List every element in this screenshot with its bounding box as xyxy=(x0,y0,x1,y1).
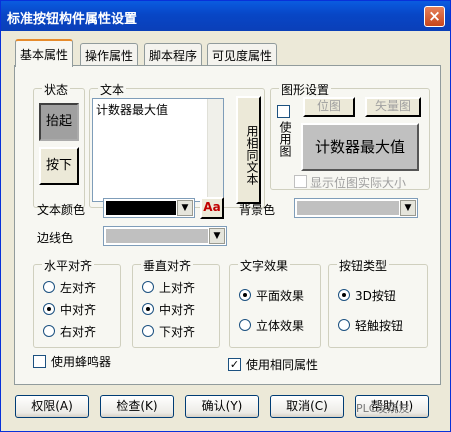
v-align-top-label: 上对齐 xyxy=(159,281,196,295)
text-group: 文本 计数器最大值 用相同文本 xyxy=(89,81,265,208)
actual-size-label: 显示位图实际大小 xyxy=(310,176,407,190)
title-bar: 标准按钮构件属性设置 × xyxy=(1,1,450,31)
v-align-group: 垂直对齐 上对齐 中对齐 下对齐 xyxy=(132,257,220,348)
chevron-down-icon[interactable]: ▼ xyxy=(177,200,193,216)
3d-button-radio[interactable] xyxy=(338,289,350,301)
dialog-window: 标准按钮构件属性设置 × 基本属性 操作属性 脚本程序 可见度属性 状态 抬起 … xyxy=(0,0,451,432)
graphic-preview: 计数器最大值 xyxy=(301,123,419,171)
text-scrollbar[interactable] xyxy=(207,99,223,201)
use-same-text-button[interactable]: 用相同文本 xyxy=(236,96,261,204)
tab-visibility-properties[interactable]: 可见度属性 xyxy=(207,43,278,65)
chevron-down-icon[interactable]: ▼ xyxy=(400,200,416,216)
state-group: 状态 抬起 按下 xyxy=(33,81,85,208)
actual-size-checkbox[interactable] xyxy=(294,175,307,188)
use-graphic-checkbox[interactable] xyxy=(277,105,290,118)
touch-button-label: 轻触按钮 xyxy=(355,319,404,333)
text-group-title: 文本 xyxy=(98,81,127,98)
touch-button-radio[interactable] xyxy=(338,319,350,331)
flat-effect-radio[interactable] xyxy=(239,289,251,301)
button-text-value: 计数器最大值 xyxy=(96,103,169,117)
h-align-center-label: 中对齐 xyxy=(60,303,97,317)
raised-state-button[interactable]: 抬起 xyxy=(39,103,79,141)
h-align-group: 水平对齐 左对齐 中对齐 右对齐 xyxy=(33,257,121,348)
border-color-swatch xyxy=(106,229,208,243)
buzzer-label: 使用蜂鸣器 xyxy=(51,355,112,369)
h-align-title: 水平对齐 xyxy=(42,257,95,274)
buzzer-checkbox[interactable] xyxy=(33,355,46,368)
bitmap-button[interactable]: 位图 xyxy=(303,97,355,117)
3d-effect-radio[interactable] xyxy=(239,319,251,331)
v-align-bottom-label: 下对齐 xyxy=(159,325,196,339)
window-title: 标准按钮构件属性设置 xyxy=(7,12,138,27)
cancel-button[interactable]: 取消(C) xyxy=(270,395,344,418)
tab-panel: 状态 抬起 按下 文本 计数器最大值 用相同文本 图形设置 使用图 位图 矢量图… xyxy=(14,65,441,385)
watermark: PLC发烧友 xyxy=(356,402,410,415)
text-color-select[interactable]: ▼ xyxy=(103,198,195,218)
border-color-label: 边线色 xyxy=(37,231,74,245)
font-button[interactable]: Aa xyxy=(200,197,224,219)
text-effect-group: 文字效果 平面效果 立体效果 xyxy=(229,257,321,348)
text-effect-title: 文字效果 xyxy=(238,257,291,274)
tab-script[interactable]: 脚本程序 xyxy=(144,43,203,65)
button-text-field[interactable]: 计数器最大值 xyxy=(92,98,224,202)
button-type-group: 按钮类型 3D按钮 轻触按钮 xyxy=(328,257,428,348)
same-props-label: 使用相同属性 xyxy=(246,358,319,372)
background-color-label: 背景色 xyxy=(239,203,276,217)
h-align-center-radio[interactable] xyxy=(43,303,55,315)
font-icon: Aa xyxy=(203,200,221,214)
h-align-right-label: 右对齐 xyxy=(60,325,97,339)
permission-button[interactable]: 权限(A) xyxy=(15,395,89,418)
h-align-left-radio[interactable] xyxy=(43,281,55,293)
chevron-down-icon[interactable]: ▼ xyxy=(209,228,225,244)
h-align-left-label: 左对齐 xyxy=(60,281,97,295)
tab-basic-properties[interactable]: 基本属性 xyxy=(15,39,74,67)
state-group-title: 状态 xyxy=(42,81,71,98)
v-align-top-radio[interactable] xyxy=(142,281,154,293)
v-align-middle-label: 中对齐 xyxy=(159,303,196,317)
graphic-group-title: 图形设置 xyxy=(279,81,332,98)
vector-button[interactable]: 矢量图 xyxy=(365,97,421,117)
tab-operation-properties[interactable]: 操作属性 xyxy=(80,43,139,65)
v-align-title: 垂直对齐 xyxy=(141,257,194,274)
3d-button-label: 3D按钮 xyxy=(355,289,396,303)
background-color-swatch xyxy=(297,201,399,215)
3d-effect-label: 立体效果 xyxy=(256,319,305,333)
border-color-select[interactable]: ▼ xyxy=(103,226,227,246)
h-align-right-radio[interactable] xyxy=(43,325,55,337)
pressed-state-button[interactable]: 按下 xyxy=(39,147,79,185)
text-color-swatch xyxy=(106,201,176,215)
use-graphic-label: 使用图 xyxy=(278,121,292,157)
check-button[interactable]: 检查(K) xyxy=(100,395,174,418)
background-color-select[interactable]: ▼ xyxy=(294,198,418,218)
close-button[interactable]: × xyxy=(424,6,445,27)
graphic-group: 图形设置 使用图 位图 矢量图 计数器最大值 显示位图实际大小 xyxy=(270,81,430,190)
same-props-checkbox[interactable]: ✓ xyxy=(228,358,241,371)
button-type-title: 按钮类型 xyxy=(337,257,390,274)
ok-button[interactable]: 确认(Y) xyxy=(185,395,259,418)
flat-effect-label: 平面效果 xyxy=(256,289,305,303)
v-align-bottom-radio[interactable] xyxy=(142,325,154,337)
v-align-middle-radio[interactable] xyxy=(142,303,154,315)
text-color-label: 文本颜色 xyxy=(37,203,86,217)
